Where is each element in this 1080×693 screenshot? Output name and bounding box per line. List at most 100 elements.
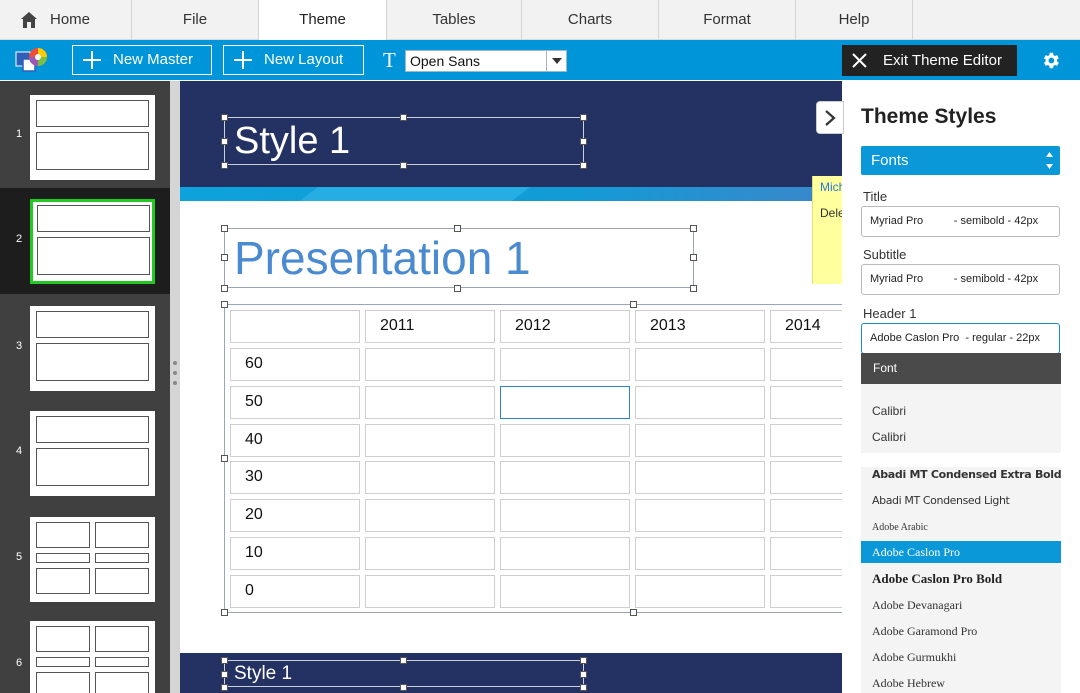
font-family-select[interactable]: Open Sans: [405, 50, 567, 72]
resize-handle[interactable]: [400, 657, 407, 664]
table-cell[interactable]: [770, 424, 842, 457]
resize-handle[interactable]: [580, 671, 587, 678]
resize-handle[interactable]: [454, 225, 461, 232]
table-header-cell[interactable]: 2012: [500, 310, 630, 343]
table-header-cell[interactable]: 2013: [635, 310, 765, 343]
table-row-label[interactable]: 40: [230, 424, 360, 457]
resize-handle[interactable]: [630, 609, 637, 616]
font-dropdown-list[interactable]: Calibri Calibri Abadi MT Condensed Extra…: [861, 384, 1061, 693]
resize-handle[interactable]: [400, 114, 407, 121]
resize-handle[interactable]: [221, 225, 228, 232]
gear-icon[interactable]: [1040, 50, 1061, 71]
tab-tables[interactable]: Tables: [387, 0, 522, 40]
table-row-label[interactable]: 10: [230, 537, 360, 570]
table-cell[interactable]: [635, 348, 765, 381]
table-cell[interactable]: [500, 537, 630, 570]
table-cell[interactable]: [500, 461, 630, 494]
font-option[interactable]: Abadi MT Condensed Light: [861, 490, 1061, 512]
slide-thumb-row-2[interactable]: 2: [0, 188, 170, 294]
slide-thumb-row-6[interactable]: 6: [0, 613, 170, 693]
table-cell[interactable]: [770, 499, 842, 532]
table-cell[interactable]: [635, 537, 765, 570]
font-option-selected[interactable]: Adobe Caslon Pro: [861, 541, 1061, 563]
font-option[interactable]: Calibri: [861, 400, 1061, 422]
table-cell[interactable]: [365, 499, 495, 532]
collapse-panel-button[interactable]: [816, 101, 844, 134]
header1-font-field[interactable]: Adobe Caslon Pro - regular - 22px: [861, 323, 1060, 354]
panel-resize-handle[interactable]: [170, 81, 180, 693]
resize-handle[interactable]: [221, 162, 228, 169]
resize-handle[interactable]: [221, 684, 228, 691]
table-cell[interactable]: [365, 575, 495, 608]
slide-thumb-row-1[interactable]: 1: [0, 81, 170, 187]
resize-handle[interactable]: [400, 162, 407, 169]
slide-thumbnail-5[interactable]: [30, 517, 155, 602]
table-cell[interactable]: [770, 348, 842, 381]
table-cell[interactable]: [635, 461, 765, 494]
table-cell[interactable]: [365, 461, 495, 494]
slide-thumbnail-3[interactable]: [30, 306, 155, 391]
table-cell[interactable]: [635, 386, 765, 419]
font-option[interactable]: Adobe Garamond Pro: [861, 620, 1061, 642]
resize-handle[interactable]: [221, 254, 228, 261]
resize-handle[interactable]: [221, 114, 228, 121]
resize-handle[interactable]: [690, 254, 697, 261]
slide-footer-text[interactable]: Style 1: [234, 663, 292, 685]
table-cell[interactable]: [635, 424, 765, 457]
table-cell[interactable]: [365, 537, 495, 570]
resize-handle[interactable]: [221, 138, 228, 145]
tab-format[interactable]: Format: [659, 0, 796, 40]
font-option[interactable]: Calibri: [861, 426, 1061, 448]
slide-thumbnail-4[interactable]: [30, 411, 155, 496]
table-cell[interactable]: [635, 499, 765, 532]
font-option[interactable]: Adobe Arabic: [861, 517, 1061, 539]
resize-handle[interactable]: [580, 138, 587, 145]
slide-thumbnail-2[interactable]: [30, 199, 155, 284]
slide-thumbnail-6[interactable]: [30, 621, 155, 693]
slide-thumb-row-5[interactable]: 5: [0, 507, 170, 613]
resize-handle[interactable]: [221, 301, 228, 308]
table-row-label[interactable]: 60: [230, 348, 360, 381]
resize-handle[interactable]: [221, 657, 228, 664]
table-cell[interactable]: [770, 461, 842, 494]
new-master-button[interactable]: New Master: [72, 45, 212, 75]
resize-handle[interactable]: [580, 684, 587, 691]
subtitle-font-field[interactable]: Myriad Pro - semibold - 42px: [861, 264, 1060, 295]
style-category-select[interactable]: Fonts: [861, 146, 1060, 175]
tab-home[interactable]: Home: [0, 0, 132, 40]
resize-handle[interactable]: [580, 657, 587, 664]
new-layout-button[interactable]: New Layout: [223, 45, 364, 75]
table-cell[interactable]: [635, 575, 765, 608]
resize-handle[interactable]: [454, 285, 461, 292]
exit-theme-editor-button[interactable]: Exit Theme Editor: [842, 45, 1017, 76]
tab-help[interactable]: Help: [796, 0, 913, 40]
table-cell[interactable]: [500, 575, 630, 608]
table-header-cell[interactable]: 2014: [770, 310, 842, 343]
resize-handle[interactable]: [690, 285, 697, 292]
resize-handle[interactable]: [580, 114, 587, 121]
table-row-label[interactable]: 0: [230, 575, 360, 608]
font-option[interactable]: Abadi MT Condensed Extra Bold: [861, 464, 1061, 486]
comment-note[interactable]: Mich Dele: [812, 176, 842, 284]
table-row-label[interactable]: 30: [230, 461, 360, 494]
title-font-field[interactable]: Myriad Pro - semibold - 42px: [861, 206, 1060, 237]
table-header-cell[interactable]: [230, 310, 360, 343]
font-option[interactable]: Adobe Devanagari: [861, 594, 1061, 616]
tab-theme[interactable]: Theme: [259, 0, 387, 41]
table-cell-selected[interactable]: [500, 386, 630, 419]
font-option[interactable]: Adobe Caslon Pro Bold: [861, 568, 1061, 590]
table-cell[interactable]: [500, 348, 630, 381]
font-option[interactable]: Adobe Gurmukhi: [861, 646, 1061, 668]
resize-handle[interactable]: [690, 225, 697, 232]
resize-handle[interactable]: [221, 455, 228, 462]
resize-handle[interactable]: [221, 609, 228, 616]
table-header-cell[interactable]: 2011: [365, 310, 495, 343]
slide-thumb-row-4[interactable]: 4: [0, 401, 170, 507]
table-cell[interactable]: [770, 386, 842, 419]
resize-handle[interactable]: [221, 671, 228, 678]
font-option[interactable]: Adobe Hebrew: [861, 672, 1061, 693]
table-row-label[interactable]: 50: [230, 386, 360, 419]
table-cell[interactable]: [500, 424, 630, 457]
table-cell[interactable]: [365, 424, 495, 457]
slide-thumb-row-3[interactable]: 3: [0, 295, 170, 401]
